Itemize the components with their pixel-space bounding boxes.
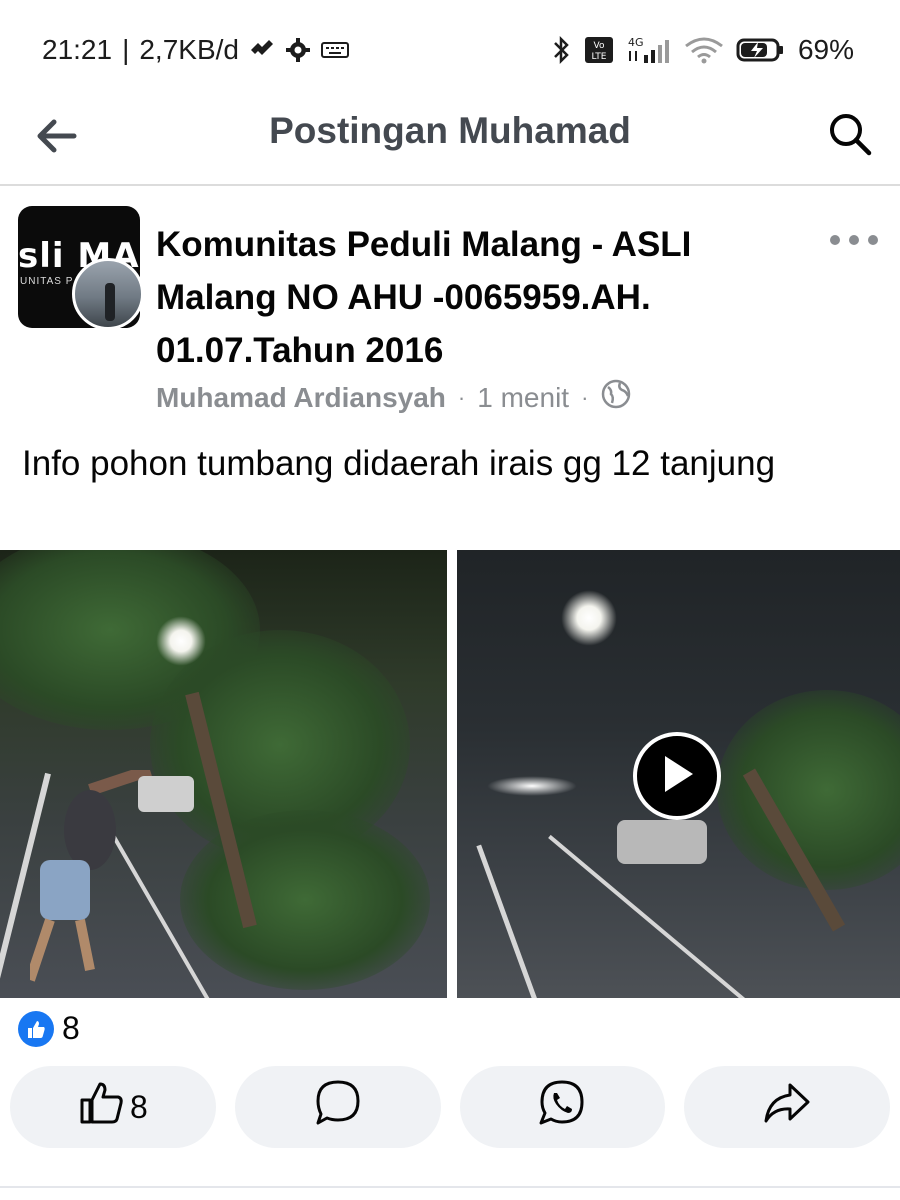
status-bar: 21:21 | 2,7KB/d Vo LTE 4G 69% [0, 0, 900, 100]
status-bar-left: 21:21 | 2,7KB/d [42, 34, 349, 66]
globe-icon [600, 378, 632, 417]
battery-icon [736, 37, 786, 63]
more-icon-dot [868, 235, 878, 245]
share-icon [762, 1081, 812, 1133]
signal-4g-icon: 4G [626, 35, 672, 65]
author-name-link[interactable]: Muhamad Ardiansyah [156, 382, 446, 414]
post-timestamp[interactable]: 1 menit [477, 382, 569, 414]
gear-icon [285, 37, 311, 63]
meta-separator: · [457, 384, 466, 410]
svg-text:LTE: LTE [591, 52, 606, 62]
like-reaction-icon [18, 1010, 54, 1047]
play-icon [657, 752, 697, 801]
street-lamp [156, 616, 206, 666]
post-body-text: Info pohon tumbang didaerah irais gg 12 … [22, 444, 776, 483]
like-count: 8 [129, 1088, 148, 1125]
bluetooth-icon [550, 35, 572, 65]
post-video-2[interactable] [457, 550, 900, 998]
like-button[interactable]: 8 [10, 1066, 216, 1148]
divider [0, 1186, 900, 1188]
whatsapp-share-button[interactable] [459, 1066, 666, 1148]
wifi-icon [684, 36, 724, 64]
share-button[interactable] [684, 1066, 890, 1148]
more-options-button[interactable] [830, 228, 878, 252]
status-separator: | [122, 34, 130, 65]
author-avatar[interactable] [72, 258, 144, 330]
comment-icon [313, 1078, 363, 1136]
reaction-summary[interactable]: 8 [18, 1010, 80, 1047]
volte-icon: Vo LTE [584, 36, 614, 64]
street-lamp [561, 590, 617, 646]
post-photo-1[interactable] [0, 550, 447, 998]
status-network-speed: 2,7KB/d [139, 34, 239, 65]
data-saver-icon [249, 39, 275, 61]
svg-text:Vo: Vo [593, 41, 604, 51]
keyboard-icon [321, 40, 349, 60]
post-action-bar: 8 [10, 1066, 890, 1148]
more-icon-dot [830, 235, 840, 245]
author-avatar-figure [105, 283, 115, 321]
comment-button[interactable] [234, 1066, 441, 1148]
whatsapp-icon [537, 1078, 587, 1136]
battery-percentage: 69% [797, 34, 854, 65]
reaction-count: 8 [62, 1010, 80, 1046]
search-icon [827, 111, 873, 162]
search-button[interactable] [820, 106, 880, 166]
svg-text:4G: 4G [628, 36, 644, 49]
app-header: Postingan Muhamad [0, 100, 900, 186]
status-bar-right: Vo LTE 4G 69% [550, 34, 854, 66]
thumbs-up-icon [78, 1080, 126, 1134]
status-time: 21:21 [42, 34, 113, 65]
page-title: Postingan Muhamad [269, 110, 631, 151]
group-logo-subtitle: UNITAS P [20, 276, 74, 287]
more-icon-dot [849, 235, 859, 245]
group-name-link[interactable]: Komunitas Peduli Malang - ASLI Malang NO… [156, 218, 796, 377]
post-meta: Muhamad Ardiansyah · 1 menit · [156, 378, 632, 417]
play-button[interactable] [633, 732, 721, 820]
meta-separator: · [581, 384, 589, 410]
